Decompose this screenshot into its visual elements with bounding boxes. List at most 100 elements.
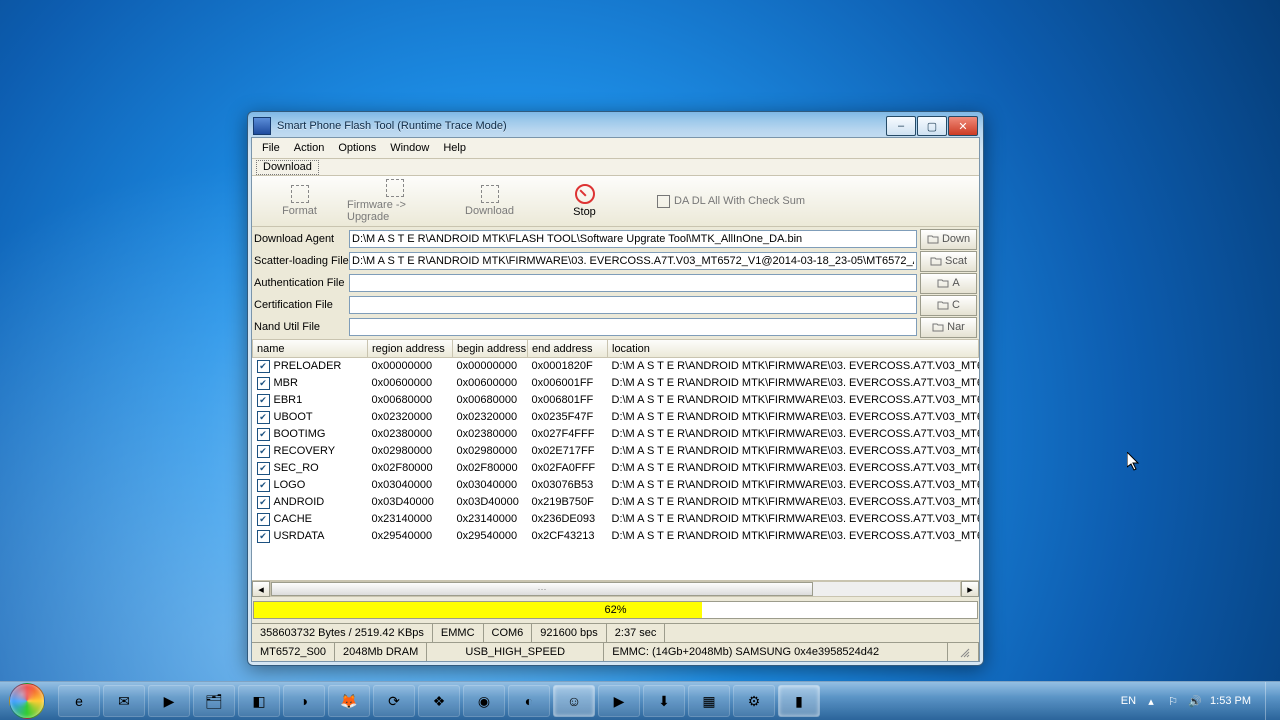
table-row[interactable]: CACHE0x231400000x231400000x236DE093D:\M …: [253, 511, 979, 528]
row-checkbox[interactable]: LOGO: [257, 478, 306, 493]
table-row[interactable]: PRELOADER0x000000000x000000000x0001820FD…: [253, 358, 979, 376]
scatter-input[interactable]: [349, 252, 917, 270]
menu-file[interactable]: File: [256, 140, 286, 156]
row-checkbox[interactable]: BOOTIMG: [257, 427, 326, 442]
minimize-button[interactable]: –: [886, 116, 916, 136]
auth-input[interactable]: [349, 274, 917, 292]
table-row[interactable]: ANDROID0x03D400000x03D400000x219B750FD:\…: [253, 494, 979, 511]
task-app6[interactable]: ☺: [553, 685, 595, 717]
tool-download[interactable]: Download: [442, 185, 537, 217]
col-region[interactable]: region address: [368, 340, 453, 358]
table-row[interactable]: SEC_RO0x02F800000x02F800000x02FA0FFFD:\M…: [253, 460, 979, 477]
taskbar[interactable]: e ✉ ▶ 🗂 ◧ ◑ 🦊 ⟳ ❖ ◉ ◐ ☺ ▶ ⬇ ▦ ⚙ ▮ EN ▴ ⚐…: [0, 681, 1280, 720]
scroll-right-icon[interactable]: ▸: [961, 581, 979, 597]
task-chrome[interactable]: ◉: [463, 685, 505, 717]
nand-input[interactable]: [349, 318, 917, 336]
status-time: 2:37 sec: [607, 624, 666, 642]
table-row[interactable]: BOOTIMG0x023800000x023800000x027F4FFFD:\…: [253, 426, 979, 443]
tray-volume-icon[interactable]: 🔊: [1188, 695, 1202, 708]
scroll-left-icon[interactable]: ◂: [252, 581, 270, 597]
table-row[interactable]: RECOVERY0x029800000x029800000x02E717FFD:…: [253, 443, 979, 460]
table-row[interactable]: USRDATA0x295400000x295400000x2CF43213D:\…: [253, 528, 979, 545]
tool-format[interactable]: Format: [252, 185, 347, 217]
col-name[interactable]: name: [253, 340, 368, 358]
row-checkbox[interactable]: SEC_RO: [257, 461, 319, 476]
table-row[interactable]: MBR0x006000000x006000000x006001FFD:\M A …: [253, 375, 979, 392]
tool-stop[interactable]: Stop: [537, 184, 632, 218]
task-app3[interactable]: ⟳: [373, 685, 415, 717]
download-agent-input[interactable]: [349, 230, 917, 248]
status-chip: MT6572_S00: [252, 643, 335, 661]
submenu-download[interactable]: Download: [256, 160, 319, 175]
row-checkbox[interactable]: MBR: [257, 376, 298, 391]
format-icon: [291, 185, 309, 203]
download-agent-browse[interactable]: Down: [920, 229, 977, 250]
task-mail[interactable]: ✉: [103, 685, 145, 717]
scroll-thumb[interactable]: ⋯: [271, 582, 813, 596]
task-app4[interactable]: ❖: [418, 685, 460, 717]
task-explorer[interactable]: 🗂: [193, 685, 235, 717]
cert-input[interactable]: [349, 296, 917, 314]
tray-lang[interactable]: EN: [1121, 695, 1136, 707]
scatter-browse[interactable]: Scat: [920, 251, 977, 272]
task-app1[interactable]: ◧: [238, 685, 280, 717]
col-location[interactable]: location: [608, 340, 979, 358]
task-app2[interactable]: ◑: [283, 685, 325, 717]
menu-help[interactable]: Help: [437, 140, 472, 156]
table-row[interactable]: EBR10x006800000x006800000x006801FFD:\M A…: [253, 392, 979, 409]
auth-browse[interactable]: A: [920, 273, 977, 294]
row-checkbox[interactable]: RECOVERY: [257, 444, 336, 459]
table-row[interactable]: UBOOT0x023200000x023200000x0235F47FD:\M …: [253, 409, 979, 426]
row-checkbox[interactable]: ANDROID: [257, 495, 325, 510]
titlebar[interactable]: Smart Phone Flash Tool (Runtime Trace Mo…: [251, 115, 980, 137]
da-checksum-toggle[interactable]: DA DL All With Check Sum: [657, 195, 805, 208]
nand-label: Nand Util File: [254, 321, 346, 333]
row-checkbox[interactable]: CACHE: [257, 512, 313, 527]
task-app8[interactable]: ⬇: [643, 685, 685, 717]
download-icon: [481, 185, 499, 203]
task-spflash[interactable]: ▮: [778, 685, 820, 717]
task-app10[interactable]: ⚙: [733, 685, 775, 717]
nand-browse[interactable]: Nar: [920, 317, 977, 338]
progress-bar: 62%: [253, 601, 978, 619]
start-button[interactable]: [0, 682, 54, 720]
maximize-button[interactable]: ▢: [917, 116, 947, 136]
row-checkbox[interactable]: USRDATA: [257, 529, 325, 544]
desktop: Smart Phone Flash Tool (Runtime Trace Mo…: [0, 0, 1280, 720]
resize-grip[interactable]: [948, 643, 979, 661]
task-firefox[interactable]: 🦊: [328, 685, 370, 717]
tray-up-icon[interactable]: ▴: [1144, 695, 1158, 708]
cert-label: Certification File: [254, 299, 346, 311]
row-checkbox[interactable]: EBR1: [257, 393, 303, 408]
download-agent-label: Download Agent: [254, 233, 346, 245]
show-desktop-button[interactable]: [1265, 682, 1276, 720]
status-usb: USB_HIGH_SPEED: [427, 643, 604, 661]
menu-options[interactable]: Options: [332, 140, 382, 156]
row-checkbox[interactable]: PRELOADER: [257, 359, 342, 374]
app-icon: [253, 117, 271, 135]
col-end[interactable]: end address: [528, 340, 608, 358]
horizontal-scrollbar[interactable]: ◂ ⋯ ▸: [252, 580, 979, 597]
close-button[interactable]: ✕: [948, 116, 978, 136]
task-media[interactable]: ▶: [148, 685, 190, 717]
tray-flag-icon[interactable]: ⚐: [1166, 695, 1180, 708]
windows-orb-icon: [9, 683, 45, 719]
auth-label: Authentication File: [254, 277, 346, 289]
partition-table: name region address begin address end ad…: [252, 339, 979, 597]
task-app9[interactable]: ▦: [688, 685, 730, 717]
folder-icon: [930, 256, 942, 266]
tray-clock[interactable]: 1:53 PM: [1210, 695, 1251, 707]
status-storage: EMMC: [433, 624, 484, 642]
menu-window[interactable]: Window: [384, 140, 435, 156]
menu-action[interactable]: Action: [288, 140, 331, 156]
col-begin[interactable]: begin address: [453, 340, 528, 358]
row-checkbox[interactable]: UBOOT: [257, 410, 313, 425]
task-ie[interactable]: e: [58, 685, 100, 717]
tool-firmware-upgrade[interactable]: Firmware -> Upgrade: [347, 179, 442, 223]
cert-browse[interactable]: C: [920, 295, 977, 316]
system-tray[interactable]: EN ▴ ⚐ 🔊 1:53 PM: [1117, 682, 1280, 720]
table-row[interactable]: LOGO0x030400000x030400000x03076B53D:\M A…: [253, 477, 979, 494]
scroll-track[interactable]: ⋯: [270, 581, 961, 597]
task-app5[interactable]: ◐: [508, 685, 550, 717]
task-app7[interactable]: ▶: [598, 685, 640, 717]
